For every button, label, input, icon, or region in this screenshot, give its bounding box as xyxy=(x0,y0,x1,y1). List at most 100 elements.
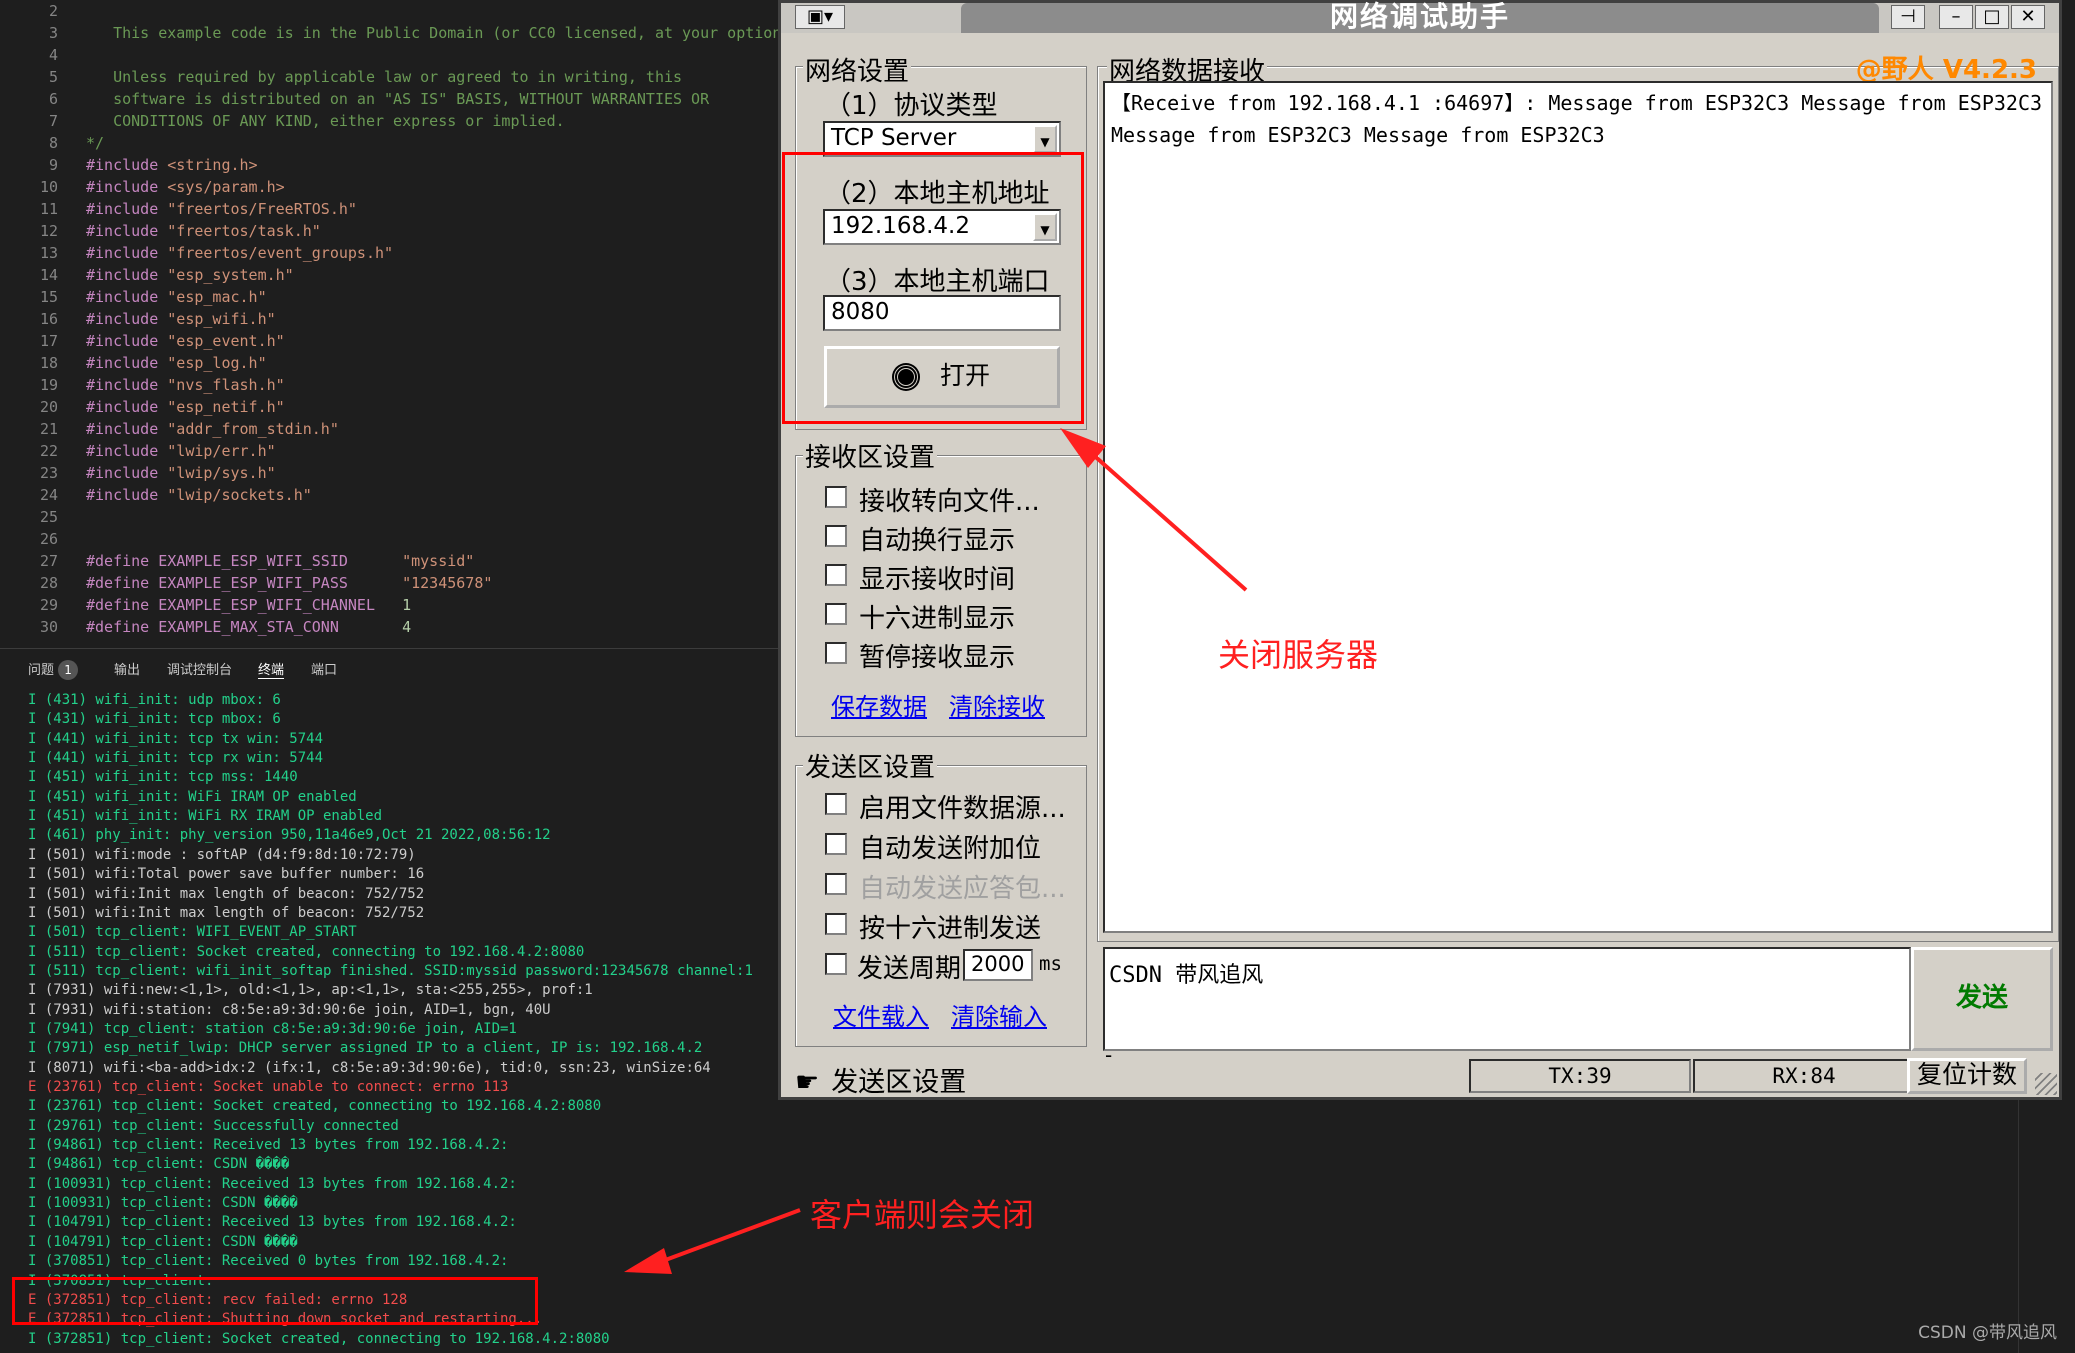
code-text: #define EXAMPLE_ESP_WIFI_CHANNEL 1 xyxy=(86,596,412,614)
file-load-link[interactable]: 文件载入 xyxy=(833,997,929,1032)
option-checkbox[interactable] xyxy=(825,793,847,815)
code-line[interactable]: 19 #include "nvs_flash.h" xyxy=(0,374,778,396)
code-line[interactable]: 23 #include "lwip/sys.h" xyxy=(0,462,778,484)
reset-count-button[interactable]: 复位计数 xyxy=(1907,1058,2027,1094)
highlight-box-client xyxy=(12,1277,538,1325)
code-line[interactable]: 12 #include "freertos/task.h" xyxy=(0,220,778,242)
line-number: 29 xyxy=(39,596,58,614)
line-number: 3 xyxy=(48,24,58,42)
code-line[interactable]: 15 #include "esp_mac.h" xyxy=(0,286,778,308)
code-text: #include "esp_mac.h" xyxy=(86,288,267,306)
maximize-button[interactable]: □ xyxy=(1975,5,2009,29)
code-line[interactable]: 17 #include "esp_event.h" xyxy=(0,330,778,352)
code-line[interactable]: 2 xyxy=(0,0,778,22)
code-text: #include "lwip/sys.h" xyxy=(86,464,276,482)
tab-ports[interactable]: 端口 xyxy=(311,659,337,678)
terminal-panel[interactable]: 问题 1 输出 调试控制台 终端 端口 I (431) wifi_init: ud… xyxy=(0,648,778,1353)
pin-icon[interactable]: ⊣ xyxy=(1891,5,1925,29)
save-data-link[interactable]: 保存数据 xyxy=(831,687,927,722)
tab-output[interactable]: 输出 xyxy=(114,659,140,678)
code-text: #include "esp_log.h" xyxy=(86,354,267,372)
code-line[interactable]: 24 #include "lwip/sockets.h" xyxy=(0,484,778,506)
code-text: This example code is in the Public Domai… xyxy=(86,24,778,42)
code-line[interactable]: 5 Unless required by applicable law or a… xyxy=(0,66,778,88)
tab-terminal[interactable]: 终端 xyxy=(258,659,285,679)
code-line[interactable]: 28 #define EXAMPLE_ESP_WIFI_PASS "1234567… xyxy=(0,572,778,594)
code-line[interactable]: 6 software is distributed on an "AS IS" … xyxy=(0,88,778,110)
code-text: #define EXAMPLE_MAX_STA_CONN 4 xyxy=(86,618,412,636)
option-label: 接收转向文件... xyxy=(859,487,1040,517)
code-text: */ xyxy=(86,134,105,152)
terminal-line: I (501) wifi:Init max length of beacon: … xyxy=(28,904,425,921)
option-checkbox[interactable] xyxy=(825,603,847,625)
code-line[interactable]: 9 #include <string.h> xyxy=(0,154,778,176)
code-line[interactable]: 22 #include "lwip/err.h" xyxy=(0,440,778,462)
send-period-input[interactable]: 2000 xyxy=(963,949,1033,981)
code-line[interactable]: 11 #include "freertos/FreeRTOS.h" xyxy=(0,198,778,220)
code-editor[interactable]: 23 This example code is in the Public Do… xyxy=(0,0,778,648)
status-settings[interactable]: ☛ 发送区设置 xyxy=(795,1060,966,1099)
code-line[interactable]: 8 */ xyxy=(0,132,778,154)
recv-textarea[interactable]: 【Receive from 192.168.4.1 :64697】: Messa… xyxy=(1103,81,2053,933)
code-line[interactable]: 30 #define EXAMPLE_MAX_STA_CONN 4 xyxy=(0,616,778,638)
minimize-button[interactable]: – xyxy=(1939,5,1973,29)
tab-debug-console[interactable]: 调试控制台 xyxy=(167,659,232,678)
option-checkbox[interactable] xyxy=(825,525,847,547)
option-checkbox[interactable] xyxy=(825,642,847,664)
app-menu-icon[interactable]: ▣▾ xyxy=(795,5,845,29)
send-period-label: 发送周期 xyxy=(857,954,962,984)
terminal-line: I (501) wifi:Init max length of beacon: … xyxy=(28,885,425,902)
code-line[interactable]: 13 #include "freertos/event_groups.h" xyxy=(0,242,778,264)
code-line[interactable]: 26 xyxy=(0,528,778,550)
code-line[interactable]: 4 xyxy=(0,44,778,66)
clear-input-link[interactable]: 清除输入 xyxy=(951,997,1047,1032)
terminal-line: I (100931) tcp_client: CSDN ���� xyxy=(28,1195,298,1212)
line-number: 15 xyxy=(39,288,58,306)
code-line[interactable]: 16 #include "esp_wifi.h" xyxy=(0,308,778,330)
option-checkbox[interactable] xyxy=(825,833,847,855)
terminal-line: I (23761) tcp_client: Socket created, co… xyxy=(28,1098,602,1115)
tab-problems[interactable]: 问题 1 xyxy=(28,659,79,680)
send-button[interactable]: 发送 xyxy=(1911,947,2053,1051)
status-dash: - xyxy=(1105,1043,1113,1067)
line-number: 23 xyxy=(39,464,58,482)
line-number: 12 xyxy=(39,222,58,240)
code-line[interactable]: 10 #include <sys/param.h> xyxy=(0,176,778,198)
terminal-line: I (451) wifi_init: tcp mss: 1440 xyxy=(28,769,298,786)
resize-grip[interactable] xyxy=(2035,1073,2057,1095)
option-checkbox[interactable] xyxy=(825,486,847,508)
clear-recv-link[interactable]: 清除接收 xyxy=(949,687,1045,722)
terminal-line: I (7971) esp_netif_lwip: DHCP server ass… xyxy=(28,1040,703,1057)
code-line[interactable]: 20 #include "esp_netif.h" xyxy=(0,396,778,418)
code-line[interactable]: 25 xyxy=(0,506,778,528)
option-checkbox[interactable] xyxy=(825,564,847,586)
close-button[interactable]: ✕ xyxy=(2011,5,2045,29)
code-line[interactable]: 14 #include "esp_system.h" xyxy=(0,264,778,286)
option-checkbox[interactable] xyxy=(825,873,847,895)
line-number: 6 xyxy=(48,90,58,108)
code-line[interactable]: 3 This example code is in the Public Dom… xyxy=(0,22,778,44)
code-text: #include "esp_netif.h" xyxy=(86,398,285,416)
line-number: 22 xyxy=(39,442,58,460)
code-text: #include <sys/param.h> xyxy=(86,178,285,196)
line-number: 25 xyxy=(39,508,58,526)
code-line[interactable]: 18 #include "esp_log.h" xyxy=(0,352,778,374)
line-number: 30 xyxy=(39,618,58,636)
recv-settings-label: 接收区设置 xyxy=(803,437,938,474)
terminal-line: I (100931) tcp_client: Received 13 bytes… xyxy=(28,1175,517,1192)
chevron-down-icon[interactable]: ▼ xyxy=(1033,125,1057,153)
line-number: 13 xyxy=(39,244,58,262)
close-server-annotation: 关闭服务器 xyxy=(1218,636,1379,674)
code-line[interactable]: 29 #define EXAMPLE_ESP_WIFI_CHANNEL 1 xyxy=(0,594,778,616)
terminal-line: I (104791) tcp_client: Received 13 bytes… xyxy=(28,1214,517,1231)
code-line[interactable]: 21 #include "addr_from_stdin.h" xyxy=(0,418,778,440)
code-line[interactable]: 27 #define EXAMPLE_ESP_WIFI_SSID "myssid" xyxy=(0,550,778,572)
line-number: 5 xyxy=(48,68,58,86)
code-text: #define EXAMPLE_ESP_WIFI_PASS "12345678" xyxy=(86,574,493,592)
code-line[interactable]: 7 CONDITIONS OF ANY KIND, either express… xyxy=(0,110,778,132)
terminal-line: I (451) wifi_init: WiFi IRAM OP enabled xyxy=(28,788,357,805)
send-period-checkbox[interactable] xyxy=(825,953,847,975)
line-number: 2 xyxy=(48,2,58,20)
send-textarea[interactable]: CSDN 带风追风 xyxy=(1103,947,1911,1051)
option-checkbox[interactable] xyxy=(825,913,847,935)
